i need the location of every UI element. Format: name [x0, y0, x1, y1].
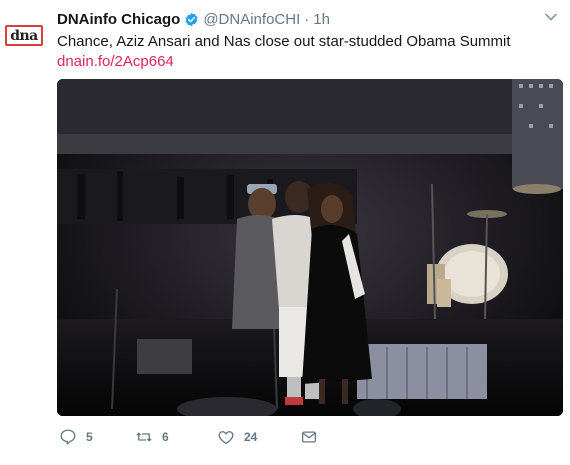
retweet-count: 6: [162, 430, 169, 444]
envelope-icon: [301, 431, 317, 443]
like-count: 24: [244, 430, 258, 444]
concert-stage-photo: [57, 79, 563, 416]
direct-message-button[interactable]: [300, 428, 318, 446]
avatar-logo-text: dna: [10, 27, 38, 44]
avatar[interactable]: dna: [5, 25, 43, 46]
timestamp[interactable]: 1h: [313, 11, 330, 28]
tweet-link[interactable]: dnain.fo/2Acp664: [57, 52, 174, 72]
heart-icon: [218, 431, 234, 445]
tweet-header: DNAinfo Chicago @DNAinfoCHI · 1h: [57, 9, 330, 29]
tweet-text: Chance, Aziz Ansari and Nas close out st…: [57, 33, 511, 50]
handle[interactable]: @DNAinfoCHI: [203, 11, 300, 28]
retweet-icon: [136, 432, 152, 442]
verified-badge-icon: [185, 12, 198, 26]
display-name[interactable]: DNAinfo Chicago: [57, 11, 180, 28]
chevron-down-icon[interactable]: [544, 10, 558, 24]
reply-count: 5: [86, 430, 93, 444]
like-button[interactable]: 24: [217, 428, 257, 446]
tweet-photo[interactable]: [57, 79, 563, 416]
reply-icon: [60, 429, 76, 445]
separator-dot: ·: [304, 10, 310, 28]
retweet-button[interactable]: 6: [135, 428, 169, 446]
reply-button[interactable]: 5: [59, 428, 93, 446]
tweet-card[interactable]: dna DNAinfo Chicago @DNAinfoCHI · 1h Cha…: [0, 0, 570, 465]
